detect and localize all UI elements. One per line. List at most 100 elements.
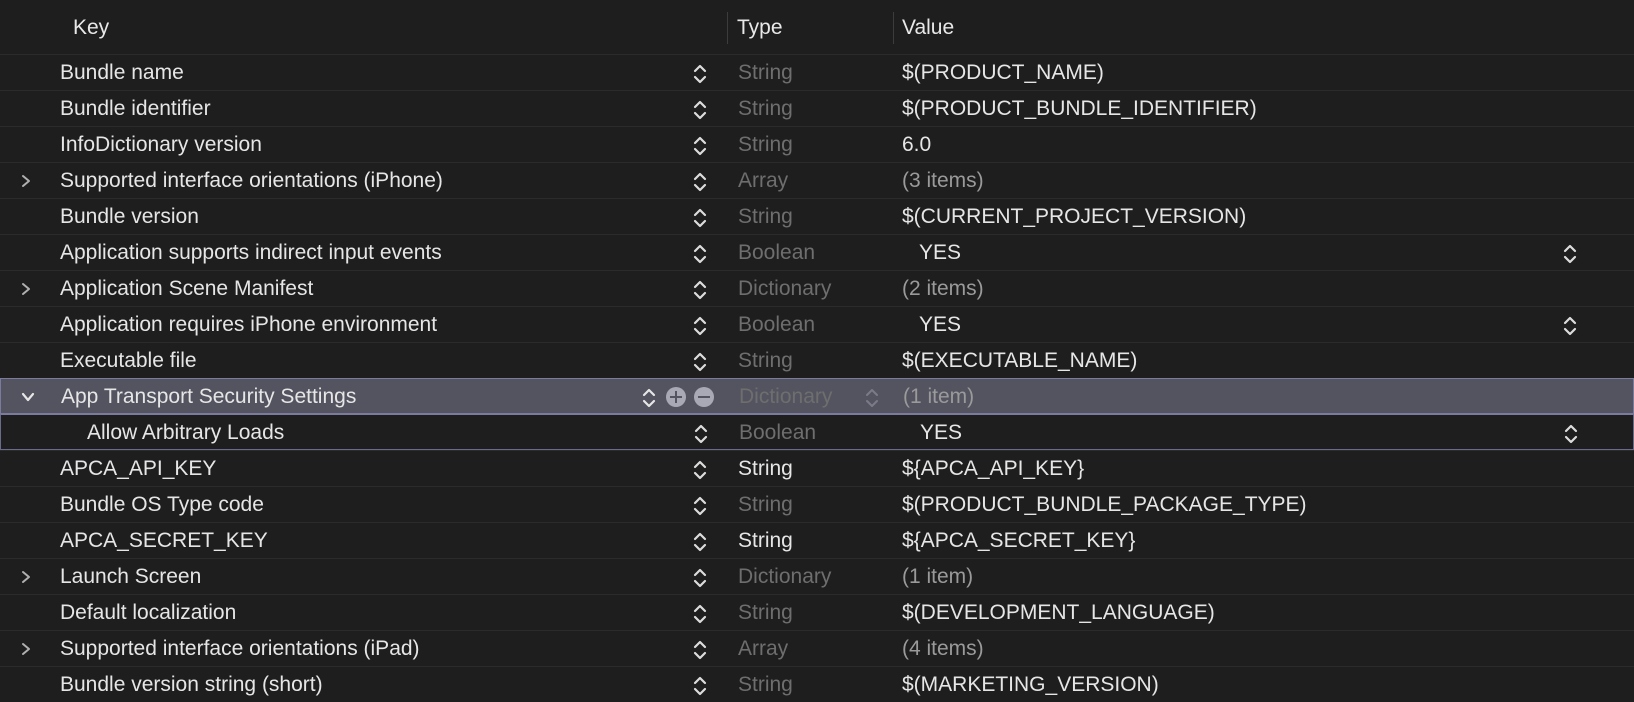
up-down-stepper-icon[interactable] [692,63,712,85]
row-type[interactable]: Boolean [738,307,815,343]
up-down-stepper-icon[interactable] [692,99,712,121]
row-value-popup[interactable]: YES [919,307,961,343]
up-down-stepper-icon[interactable] [692,243,712,265]
table-row[interactable]: Application Scene Manifest Dictionary (2… [0,270,1634,306]
row-value-popup[interactable]: YES [920,415,962,451]
row-key[interactable]: Supported interface orientations (iPad) [60,631,420,667]
table-row[interactable]: Default localization String $(DEVELOPMEN… [0,594,1634,630]
up-down-stepper-icon[interactable] [692,135,712,157]
up-down-stepper-icon[interactable] [692,495,712,517]
table-row[interactable]: Bundle identifier String $(PRODUCT_BUNDL… [0,90,1634,126]
row-key[interactable]: Application supports indirect input even… [60,235,442,271]
up-down-stepper-icon[interactable] [692,639,712,661]
row-key[interactable]: InfoDictionary version [60,127,262,163]
row-type[interactable]: String [738,343,793,379]
row-key[interactable]: APCA_API_KEY [60,451,216,487]
row-value[interactable]: $(DEVELOPMENT_LANGUAGE) [902,595,1215,631]
row-value[interactable]: $(EXECUTABLE_NAME) [902,343,1137,379]
row-value-popup[interactable]: YES [919,235,961,271]
row-key[interactable]: Bundle version [60,199,199,235]
row-value[interactable]: ${APCA_SECRET_KEY} [902,523,1135,559]
row-key[interactable]: App Transport Security Settings [61,379,356,415]
up-down-stepper-icon[interactable] [692,459,712,481]
column-separator[interactable] [727,12,728,44]
row-key[interactable]: Bundle OS Type code [60,487,264,523]
row-type[interactable]: String [738,55,793,91]
table-row[interactable]: Bundle OS Type code String $(PRODUCT_BUN… [0,486,1634,522]
row-type[interactable]: String [738,127,793,163]
up-down-stepper-icon[interactable] [1562,243,1582,265]
row-type[interactable]: String [738,667,793,702]
up-down-stepper-icon[interactable] [641,387,661,409]
table-row[interactable]: Bundle name String $(PRODUCT_NAME) [0,54,1634,90]
table-row[interactable]: Application supports indirect input even… [0,234,1634,270]
up-down-stepper-icon[interactable] [692,603,712,625]
table-row[interactable]: APCA_API_KEY String ${APCA_API_KEY} [0,450,1634,486]
row-key[interactable]: Allow Arbitrary Loads [87,415,284,451]
row-key[interactable]: Executable file [60,343,197,379]
up-down-stepper-icon[interactable] [1562,315,1582,337]
up-down-stepper-icon[interactable] [692,207,712,229]
row-value[interactable]: $(PRODUCT_BUNDLE_PACKAGE_TYPE) [902,487,1307,523]
up-down-stepper-icon[interactable] [1563,423,1583,445]
column-header-key[interactable]: Key [73,0,109,54]
up-down-stepper-icon[interactable] [692,315,712,337]
row-value[interactable]: ${APCA_API_KEY} [902,451,1084,487]
row-type[interactable]: Dictionary [738,559,831,595]
table-row[interactable]: InfoDictionary version String 6.0 [0,126,1634,162]
table-row[interactable]: Supported interface orientations (iPad) … [0,630,1634,666]
row-type[interactable]: String [738,451,793,487]
up-down-stepper-icon[interactable] [692,171,712,193]
up-down-stepper-icon[interactable] [692,567,712,589]
minus-circle-icon[interactable] [694,387,714,407]
table-row-selected[interactable]: App Transport Security Settings Dictiona… [0,378,1634,414]
row-value[interactable]: $(MARKETING_VERSION) [902,667,1159,702]
row-key[interactable]: Bundle name [60,55,184,91]
row-type[interactable]: Array [738,163,788,199]
up-down-stepper-icon[interactable] [692,531,712,553]
chevron-right-icon[interactable] [16,271,36,307]
row-key[interactable]: Supported interface orientations (iPhone… [60,163,443,199]
row-type[interactable]: String [738,91,793,127]
row-value[interactable]: $(CURRENT_PROJECT_VERSION) [902,199,1246,235]
row-type[interactable]: String [738,595,793,631]
row-value[interactable]: $(PRODUCT_NAME) [902,55,1104,91]
chevron-right-icon[interactable] [16,559,36,595]
column-header-value[interactable]: Value [902,0,954,54]
table-row[interactable]: APCA_SECRET_KEY String ${APCA_SECRET_KEY… [0,522,1634,558]
row-type[interactable]: String [738,199,793,235]
chevron-right-icon[interactable] [16,163,36,199]
row-type[interactable]: String [738,487,793,523]
row-type[interactable]: Boolean [738,235,815,271]
row-key[interactable]: Application Scene Manifest [60,271,313,307]
up-down-stepper-icon[interactable] [692,675,712,697]
row-key[interactable]: Bundle identifier [60,91,211,127]
table-row[interactable]: Executable file String $(EXECUTABLE_NAME… [0,342,1634,378]
up-down-stepper-icon[interactable] [693,423,713,445]
chevron-right-icon[interactable] [16,631,36,667]
table-row[interactable]: Allow Arbitrary Loads Boolean YES [0,414,1634,450]
column-header-type[interactable]: Type [737,0,783,54]
row-type[interactable]: Dictionary [738,271,831,307]
up-down-stepper-icon[interactable] [692,351,712,373]
table-row[interactable]: Bundle version String $(CURRENT_PROJECT_… [0,198,1634,234]
row-value[interactable]: 6.0 [902,127,931,163]
chevron-down-icon[interactable] [17,379,37,415]
row-key[interactable]: Bundle version string (short) [60,667,323,702]
plus-circle-icon[interactable] [666,387,686,407]
up-down-stepper-icon[interactable] [864,387,882,409]
up-down-stepper-icon[interactable] [692,279,712,301]
column-separator[interactable] [893,12,894,44]
row-type[interactable]: Array [738,631,788,667]
row-type[interactable]: Dictionary [739,379,832,415]
table-row[interactable]: Bundle version string (short) String $(M… [0,666,1634,702]
row-key[interactable]: Application requires iPhone environment [60,307,437,343]
row-type[interactable]: Boolean [739,415,816,451]
row-key[interactable]: Launch Screen [60,559,201,595]
row-type[interactable]: String [738,523,793,559]
row-key[interactable]: APCA_SECRET_KEY [60,523,268,559]
table-row[interactable]: Launch Screen Dictionary (1 item) [0,558,1634,594]
table-row[interactable]: Application requires iPhone environment … [0,306,1634,342]
row-value[interactable]: $(PRODUCT_BUNDLE_IDENTIFIER) [902,91,1257,127]
row-key[interactable]: Default localization [60,595,236,631]
